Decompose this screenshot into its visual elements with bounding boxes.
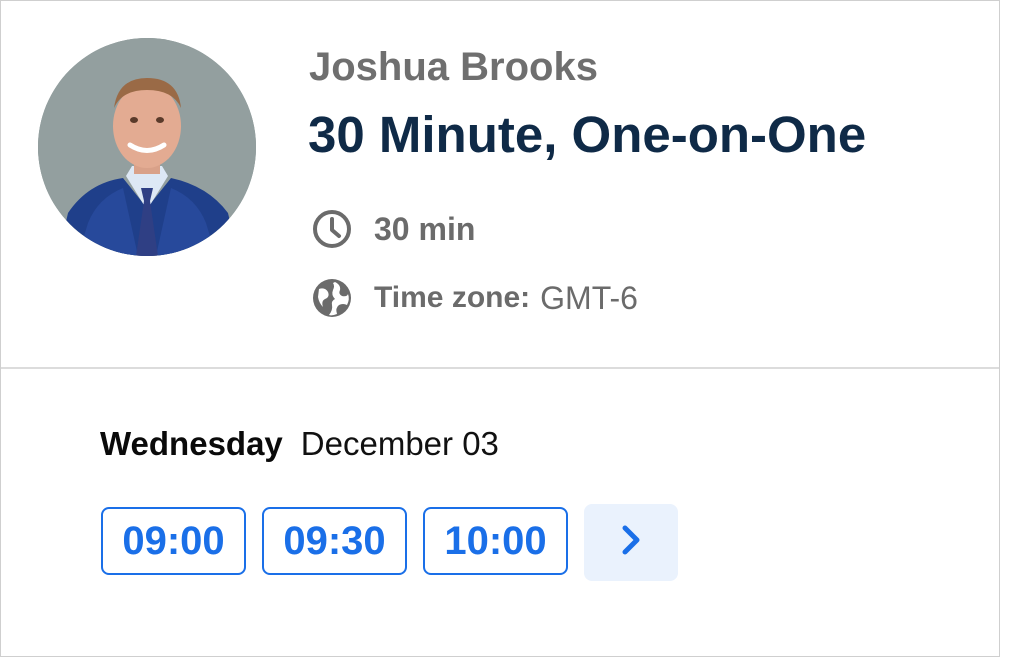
event-header: Joshua Brooks 30 Minute, One-on-One 30 m… <box>1 1 999 369</box>
time-slot-button[interactable]: 09:00 <box>101 507 246 575</box>
booking-card: Joshua Brooks 30 Minute, One-on-One 30 m… <box>0 0 1000 657</box>
host-avatar <box>38 38 256 256</box>
next-slots-button[interactable] <box>584 504 678 581</box>
chevron-right-icon <box>617 523 645 562</box>
date-weekday: Wednesday <box>100 425 283 462</box>
timezone-value: GMT-6 <box>540 279 638 316</box>
date-day: December 03 <box>300 425 499 462</box>
duration-row: 30 min <box>310 207 475 251</box>
clock-icon <box>310 207 354 251</box>
timezone-label: Time zone: <box>374 281 531 314</box>
globe-icon <box>310 276 354 320</box>
time-slot-button[interactable]: 10:00 <box>423 507 568 575</box>
timezone-row: Time zone: GMT-6 <box>310 276 638 320</box>
host-name: Joshua Brooks <box>309 45 598 89</box>
event-duration: 30 min <box>374 210 476 247</box>
time-slot-button[interactable]: 09:30 <box>262 507 407 575</box>
event-title: 30 Minute, One-on-One <box>308 106 867 163</box>
time-slots: 09:00 09:30 10:00 <box>101 507 584 575</box>
selected-date: Wednesday December 03 <box>100 425 499 463</box>
